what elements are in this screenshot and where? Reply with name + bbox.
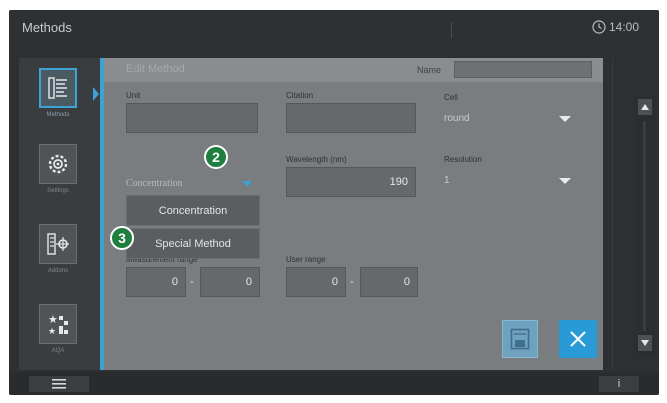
dropdown-option-special-method[interactable]: Special Method: [126, 228, 260, 259]
info-button[interactable]: i: [599, 376, 639, 392]
top-bar: Methods 14:00: [9, 10, 659, 50]
settings-gear-icon: [39, 144, 77, 184]
sidebar-item-addons[interactable]: Addons: [29, 220, 87, 280]
bottom-bar: i: [9, 372, 659, 395]
active-indicator: [93, 87, 99, 101]
scroll-down-button[interactable]: [638, 335, 652, 351]
clock: 14:00: [592, 20, 639, 34]
sidebar-item-settings[interactable]: Settings: [29, 140, 87, 200]
sidebar-item-methods[interactable]: Methods: [29, 64, 87, 124]
dropdown-option-concentration[interactable]: Concentration: [126, 195, 260, 226]
close-icon: [570, 331, 586, 347]
name-input[interactable]: [454, 61, 592, 78]
addons-icon: [39, 224, 77, 264]
name-label: Name: [417, 65, 442, 75]
save-button[interactable]: [502, 320, 538, 358]
mode-chevron-down-icon[interactable]: [242, 181, 252, 187]
chevron-up-icon: [641, 104, 649, 110]
sidebar-label-methods: Methods: [46, 112, 70, 118]
sidebar-label-settings: Settings: [47, 188, 69, 194]
resolution-label: Resolution: [444, 155, 482, 164]
step-badge-2: 2: [204, 145, 228, 169]
user-range-min[interactable]: 0: [286, 267, 346, 297]
resolution-chevron-down-icon[interactable]: [559, 178, 571, 184]
step-badge-3: 3: [110, 226, 134, 250]
measurement-range-max[interactable]: 0: [200, 267, 260, 297]
measurement-range-dash: -: [190, 276, 194, 288]
scroll-up-button[interactable]: [638, 99, 652, 115]
panel-divider: [612, 58, 613, 370]
cell-label: Cell: [444, 93, 458, 102]
app-title: Methods: [22, 20, 72, 35]
measurement-range-min[interactable]: 0: [126, 267, 186, 297]
citation-field[interactable]: [286, 103, 416, 133]
wavelength-label: Wavelength (nm): [286, 155, 347, 164]
unit-label: Unit: [126, 91, 141, 100]
scrollbar[interactable]: [635, 97, 655, 357]
device-screen: Methods 14:00 Methods Settings Addons ★ …: [9, 10, 659, 395]
clock-icon: [592, 20, 606, 34]
unit-field[interactable]: [126, 103, 258, 133]
cell-chevron-down-icon[interactable]: [559, 116, 571, 122]
user-range-max[interactable]: 0: [360, 267, 418, 297]
aqa-icon: ★ ★: [39, 304, 77, 344]
close-button[interactable]: [559, 320, 597, 358]
clock-time: 14:00: [608, 20, 639, 34]
user-range-dash: -: [350, 276, 354, 288]
methods-list-icon: [39, 68, 77, 108]
dialog-header: Edit Method Name: [104, 58, 603, 82]
dialog-title: Edit Method: [126, 63, 185, 75]
citation-label: Citation: [286, 91, 314, 100]
sidebar: Methods Settings Addons ★ ★ AQA: [19, 58, 101, 370]
chevron-down-icon: [641, 340, 649, 346]
sidebar-label-aqa: AQA: [51, 348, 65, 354]
save-icon: [510, 328, 530, 350]
topbar-divider: [451, 22, 452, 38]
cell-select-value[interactable]: round: [444, 113, 470, 124]
wavelength-field[interactable]: 190: [286, 167, 416, 197]
resolution-select-value[interactable]: 1: [444, 175, 450, 186]
mode-dropdown: Concentration Special Method: [126, 195, 260, 259]
mode-select-label[interactable]: Concentration: [126, 178, 183, 189]
svg-text:★: ★: [48, 327, 56, 337]
sidebar-label-addons: Addons: [47, 268, 69, 274]
edit-method-dialog: Edit Method Name Unit Citation Cell roun…: [100, 58, 603, 370]
menu-button[interactable]: [29, 376, 89, 392]
scroll-track[interactable]: [643, 121, 646, 331]
hamburger-menu-icon: [52, 379, 66, 389]
svg-text:★: ★: [48, 313, 58, 326]
user-range-label: User range: [286, 255, 326, 264]
sidebar-item-aqa[interactable]: ★ ★ AQA: [29, 300, 87, 360]
